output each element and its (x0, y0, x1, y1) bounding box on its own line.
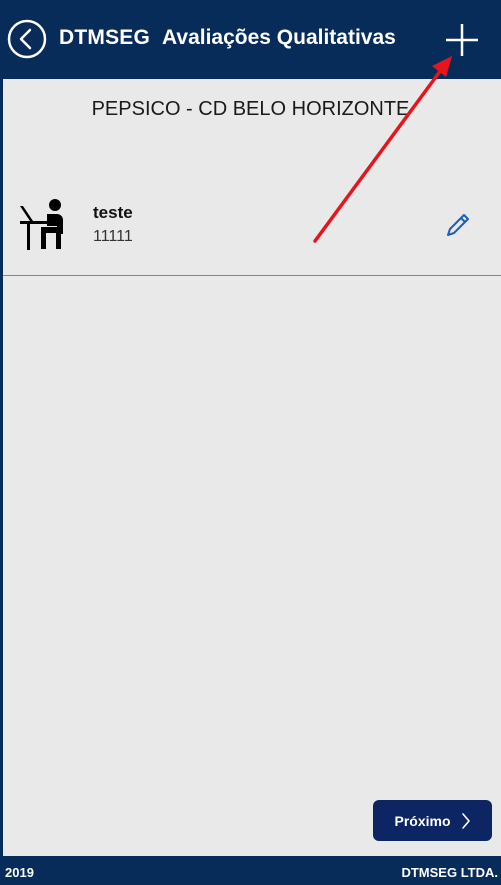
page-title: Avaliações Qualitativas (162, 26, 396, 49)
list-item[interactable]: teste 11111 (3, 186, 501, 276)
next-button[interactable]: Próximo (373, 800, 492, 841)
brand-name: DTMSEG (59, 26, 151, 49)
plus-icon (446, 24, 478, 56)
worker-at-desk-icon (20, 199, 63, 250)
edit-button[interactable] (443, 210, 473, 240)
back-button[interactable] (7, 19, 47, 59)
annotation-arrow (313, 56, 452, 243)
app-header: DTMSEG Avaliações Qualitativas (0, 0, 501, 79)
footer-company: DTMSEG LTDA. (401, 865, 498, 880)
chevron-left-circle-icon (7, 19, 47, 59)
pencil-icon (447, 214, 469, 236)
item-title: teste (93, 203, 133, 222)
footer-year: 2019 (5, 865, 34, 880)
next-button-label: Próximo (394, 812, 451, 829)
app-footer: 2019 DTMSEG LTDA. (0, 856, 501, 885)
item-subtitle: 11111 (93, 228, 133, 245)
location-heading: PEPSICO - CD BELO HORIZONTE (91, 98, 410, 120)
add-button[interactable] (443, 21, 481, 59)
chevron-right-icon (461, 812, 470, 829)
